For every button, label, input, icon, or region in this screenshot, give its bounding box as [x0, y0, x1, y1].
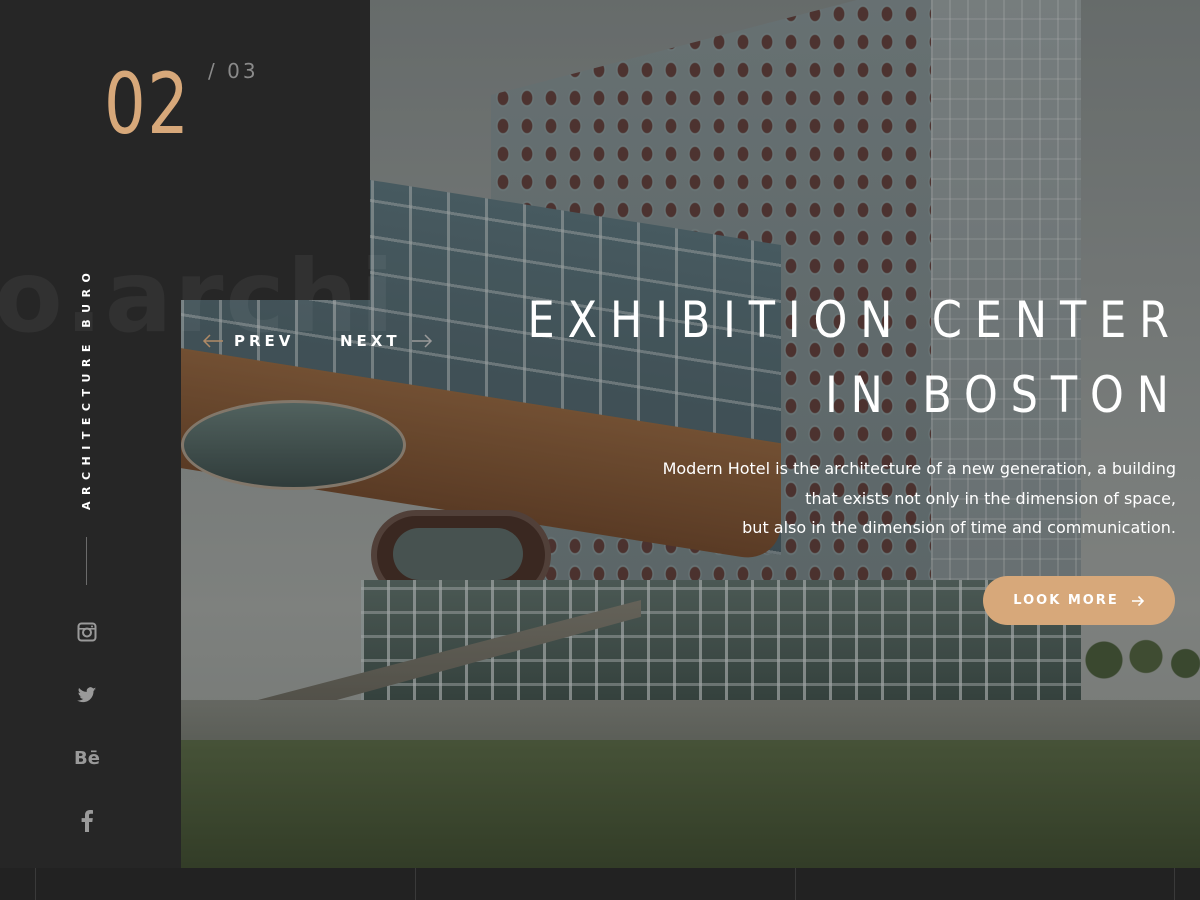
facebook-icon[interactable] [72, 806, 102, 836]
look-more-button[interactable]: LOOK MORE [983, 576, 1175, 625]
behance-icon[interactable]: Bē [72, 743, 102, 773]
look-more-label: LOOK MORE [1013, 593, 1119, 608]
description-line-1: Modern Hotel is the architecture of a ne… [662, 459, 1176, 478]
slide-title-line-2: IN BOSTON [825, 366, 1182, 424]
twitter-icon[interactable] [72, 680, 102, 710]
description-line-2: that exists not only in the dimension of… [805, 488, 1176, 508]
slide-counter-total: / 03 [208, 59, 259, 83]
bottom-bar [0, 868, 1200, 900]
arrow-left-icon [202, 334, 223, 348]
behance-glyph: Bē [74, 747, 100, 769]
sidebar-divider [86, 537, 87, 585]
background-watermark-text: o.archi [0, 238, 397, 355]
next-button[interactable]: NEXT [340, 332, 433, 350]
prev-label: PREV [234, 332, 295, 350]
bottom-divider [415, 868, 416, 900]
arrow-right-icon [1131, 595, 1144, 606]
bottom-divider [795, 868, 796, 900]
brand-vertical-label: ARCHITECTURE BURO [80, 266, 93, 510]
instagram-icon[interactable] [72, 617, 102, 647]
next-label: NEXT [340, 332, 401, 350]
slide-title-line-1: EXHIBITION CENTER [527, 291, 1182, 349]
bottom-divider [1174, 868, 1175, 900]
description-line-3: but also in the dimension of time and co… [742, 518, 1176, 537]
bottom-divider [35, 868, 36, 900]
arrow-right-icon [411, 334, 432, 348]
slide-counter-current: 02 [104, 55, 191, 153]
prev-button[interactable]: PREV [202, 332, 294, 350]
slide-description: Modern Hotel is the architecture of a ne… [556, 454, 1176, 543]
